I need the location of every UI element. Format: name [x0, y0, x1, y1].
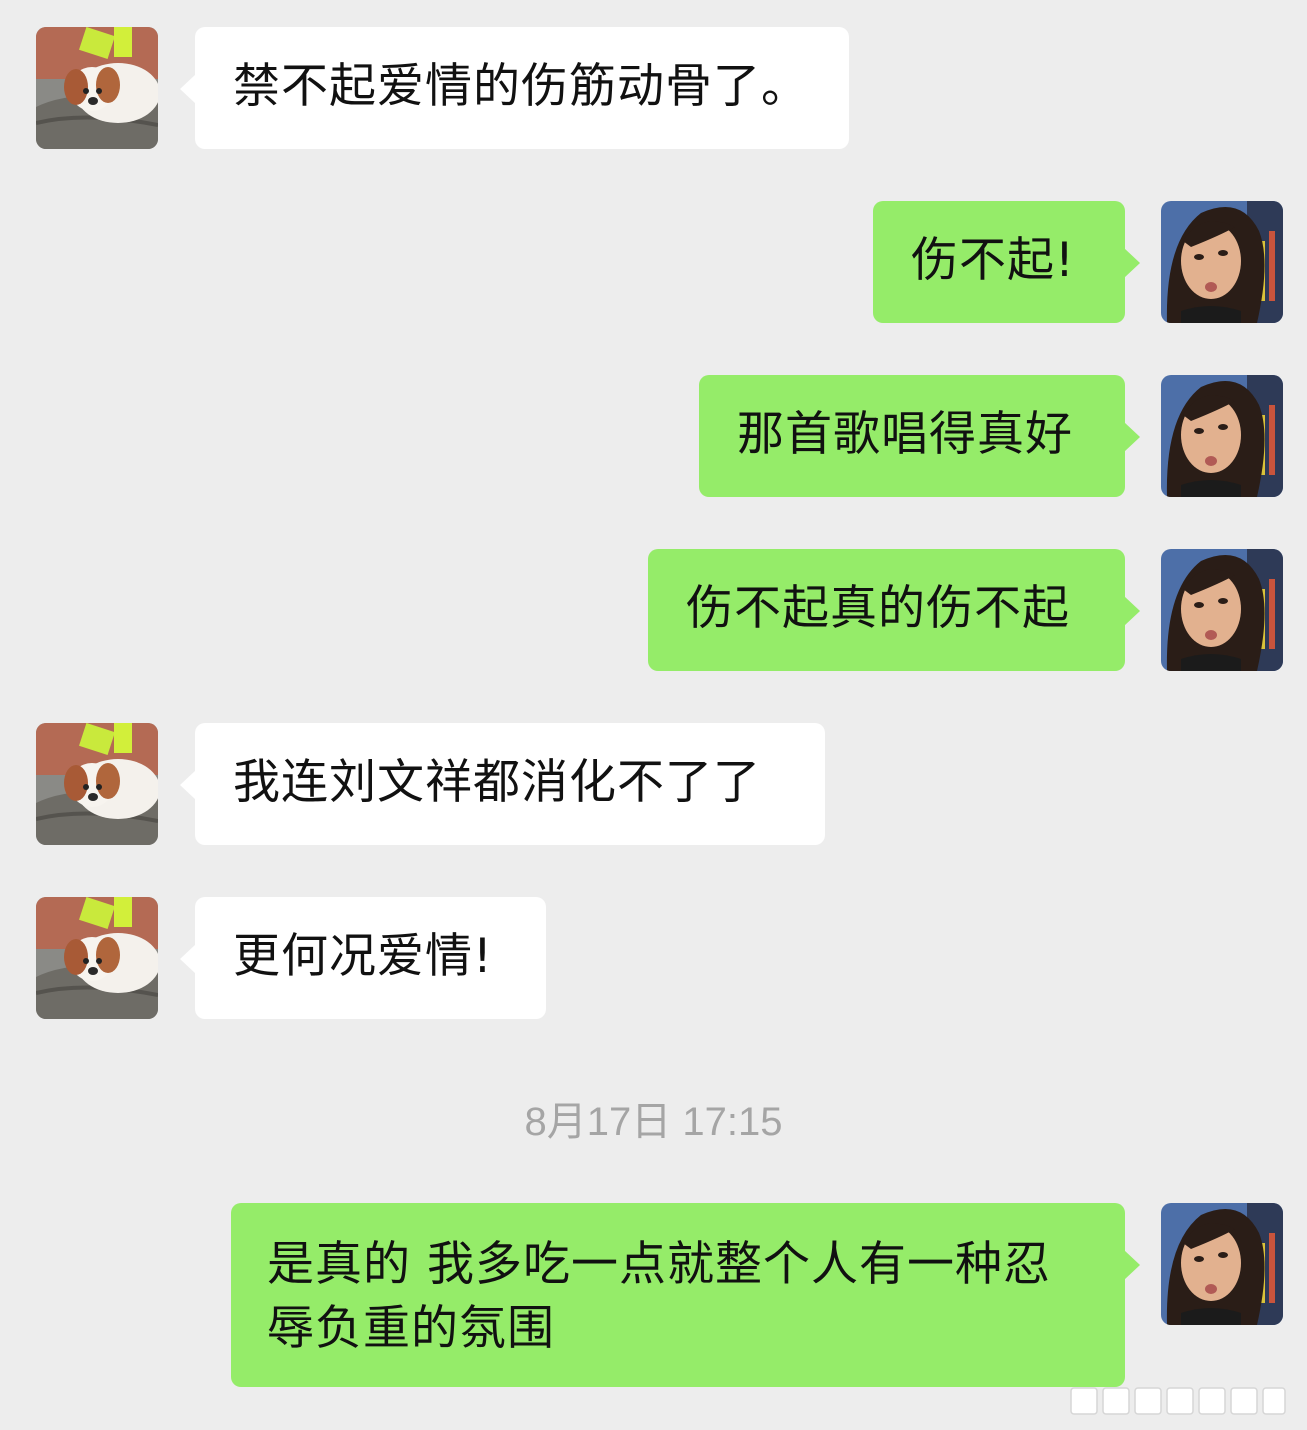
woman-avatar-icon[interactable] — [1161, 549, 1283, 671]
message-text: 伤不起! — [911, 233, 1075, 288]
watermark-icon — [1067, 1382, 1289, 1420]
message-bubble-outgoing[interactable]: 是真的 我多吃一点就整个人有一种忍辱负重的氛围 — [231, 1203, 1140, 1387]
message-bubble-incoming[interactable]: 我连刘文祥都消化不了了 — [180, 723, 825, 845]
chat-window: 禁不起爱情的伤筋动骨了。 伤不起! 那首歌唱得真好 伤不起真的伤不起 我连刘文祥… — [0, 0, 1307, 1430]
message-bubble-outgoing[interactable]: 伤不起真的伤不起 — [648, 549, 1140, 671]
message-bubble-incoming[interactable]: 更何况爱情! — [180, 897, 546, 1019]
message-bubble-incoming[interactable]: 禁不起爱情的伤筋动骨了。 — [180, 27, 849, 149]
puppy-avatar-icon[interactable] — [36, 723, 158, 845]
message-text: 是真的 我多吃一点就整个人有一种忍辱负重的氛围 — [267, 1237, 1051, 1356]
message-text: 更何况爱情! — [233, 929, 493, 984]
message-text: 伤不起真的伤不起 — [686, 581, 1070, 636]
message-text: 禁不起爱情的伤筋动骨了。 — [233, 59, 809, 114]
puppy-avatar-icon[interactable] — [36, 897, 158, 1019]
message-text: 那首歌唱得真好 — [737, 407, 1073, 462]
puppy-avatar-icon[interactable] — [36, 27, 158, 149]
message-bubble-outgoing[interactable]: 那首歌唱得真好 — [699, 375, 1140, 497]
timestamp-label: 8月17日 17:15 — [524, 1100, 783, 1144]
woman-avatar-icon[interactable] — [1161, 375, 1283, 497]
woman-avatar-icon[interactable] — [1161, 1203, 1283, 1325]
message-text: 我连刘文祥都消化不了了 — [233, 755, 761, 810]
message-bubble-outgoing[interactable]: 伤不起! — [873, 201, 1140, 323]
woman-avatar-icon[interactable] — [1161, 201, 1283, 323]
